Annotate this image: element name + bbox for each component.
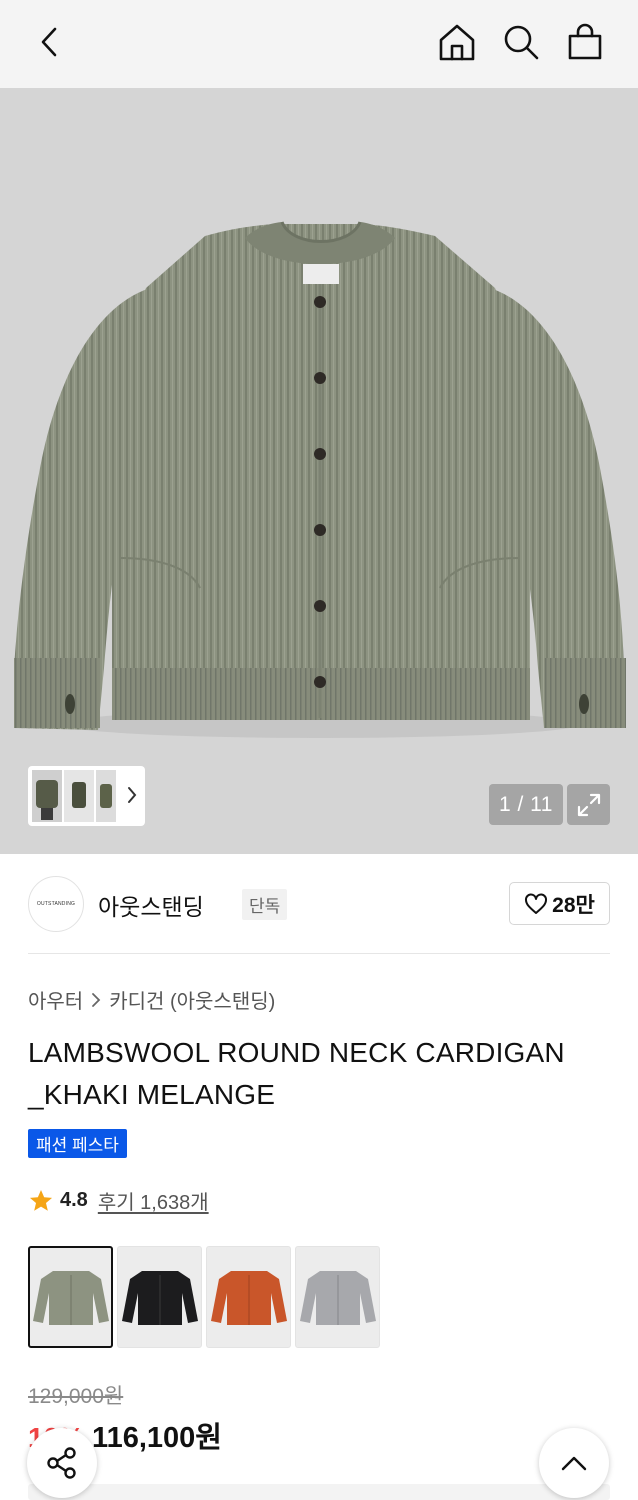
thumbnail-image <box>64 770 94 822</box>
share-button[interactable] <box>27 1428 97 1498</box>
exclusive-tag: 단독 <box>242 889 288 920</box>
color-option-orange[interactable] <box>206 1246 291 1348</box>
swatch-image <box>121 1271 198 1325</box>
share-icon <box>47 1447 76 1479</box>
search-icon <box>504 25 539 60</box>
color-option-khaki[interactable] <box>28 1246 113 1348</box>
brand-logo[interactable]: OUTSTANDING <box>28 876 84 932</box>
swatch-image <box>299 1271 376 1325</box>
original-price: 129,000원 <box>28 1385 124 1408</box>
chevron-up-icon <box>561 1456 587 1471</box>
promo-badge[interactable]: 패션 페스타 <box>28 1129 127 1158</box>
chevron-right-icon <box>128 787 137 803</box>
rating-score: 4.8 <box>60 1189 88 1211</box>
color-option-grey[interactable] <box>295 1246 380 1348</box>
product-image <box>14 221 626 738</box>
shopping-bag-icon <box>568 23 602 60</box>
heart-icon <box>525 892 548 914</box>
sale-price: 116,100원 <box>92 1422 222 1454</box>
breadcrumb: 아우터 카디건 (아웃스탠딩) <box>28 985 275 1014</box>
color-option-black[interactable] <box>117 1246 202 1348</box>
image-counter: 1 / 11 <box>489 784 563 825</box>
expand-icon <box>577 793 600 816</box>
product-title: LAMBSWOOL ROUND NECK CARDIGAN _KHAKI MEL… <box>28 1037 565 1110</box>
color-options <box>28 1246 380 1348</box>
product-image-gallery[interactable]: 1 / 11 <box>0 88 638 854</box>
home-button[interactable] <box>435 20 479 64</box>
chevron-left-icon <box>41 27 57 57</box>
cart-button[interactable] <box>563 20 607 64</box>
review-link[interactable]: 후기 1,638개 <box>98 1186 209 1215</box>
back-button[interactable] <box>28 20 72 64</box>
thumbnail-image <box>96 770 116 822</box>
bottom-panel <box>28 1484 610 1500</box>
breadcrumb-item[interactable]: 카디건 (아웃스탠딩) <box>109 985 275 1014</box>
like-button[interactable]: 28만 <box>509 882 610 925</box>
brand-row: OUTSTANDING 아웃스탠딩 단독 28만 <box>28 874 610 934</box>
like-count: 28만 <box>552 893 595 917</box>
expand-button[interactable] <box>567 784 610 825</box>
swatch-image <box>210 1271 287 1325</box>
star-icon <box>29 1189 53 1211</box>
thumbnail-strip[interactable] <box>28 766 145 826</box>
divider <box>28 953 610 954</box>
chevron-right-icon <box>92 992 101 1007</box>
brand-logo-text: OUTSTANDING <box>36 901 76 907</box>
brand-name[interactable]: 아웃스탠딩 <box>98 888 204 922</box>
top-app-bar <box>0 0 638 88</box>
breadcrumb-item[interactable]: 아우터 <box>28 985 83 1014</box>
thumbnail-image <box>32 770 62 822</box>
home-icon <box>439 24 475 61</box>
search-button[interactable] <box>499 20 543 64</box>
swatch-image <box>32 1271 109 1325</box>
rating-summary: 4.8 후기 1,638개 <box>28 1186 209 1215</box>
scroll-top-button[interactable] <box>539 1428 609 1498</box>
